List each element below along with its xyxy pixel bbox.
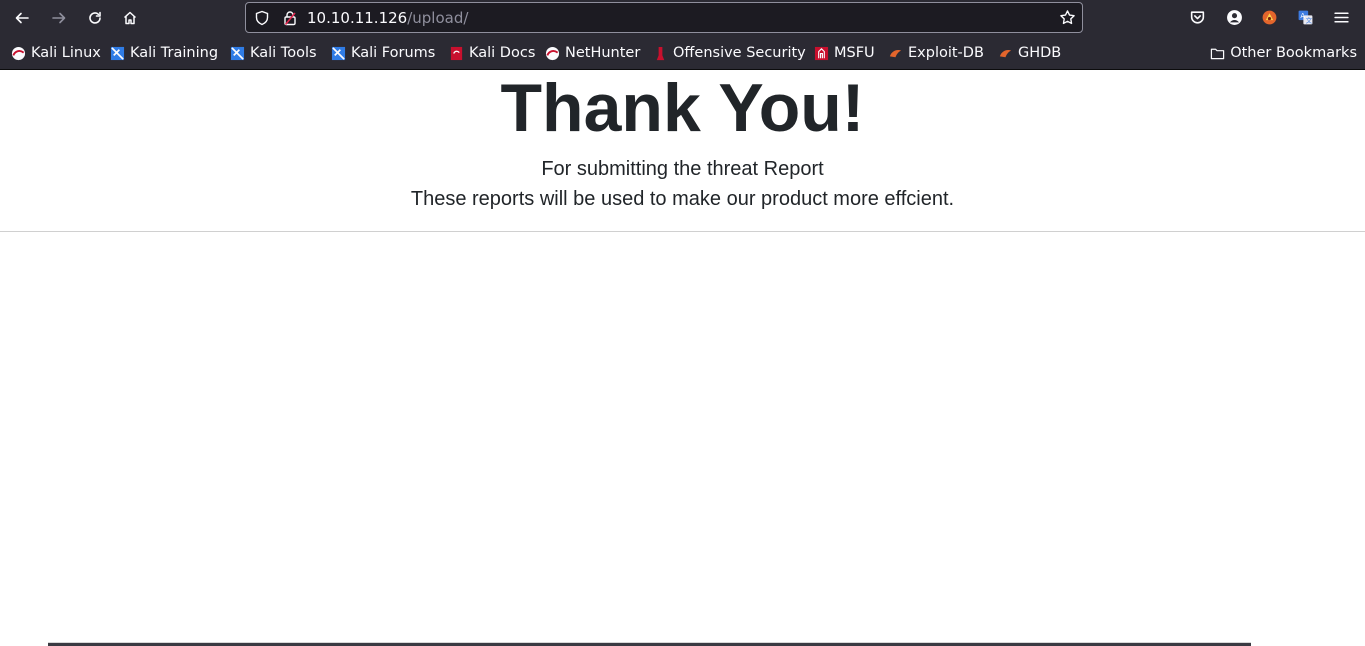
home-icon xyxy=(123,11,137,25)
extension-icon xyxy=(1262,10,1276,24)
reload-button[interactable] xyxy=(82,5,108,31)
bottom-bar xyxy=(48,642,1251,646)
bookmark-label: GHDB xyxy=(1018,45,1062,61)
pocket-icon xyxy=(1190,10,1204,24)
kali-linux-icon xyxy=(11,46,26,60)
page-content: Thank You! For submitting the threat Rep… xyxy=(0,70,1365,646)
forward-button[interactable] xyxy=(46,5,72,31)
back-button[interactable] xyxy=(9,5,35,31)
forward-arrow-icon xyxy=(52,12,66,24)
url-host: 10.10.11.126 xyxy=(307,9,408,27)
url-text[interactable]: 10.10.11.126/upload/ xyxy=(307,9,468,27)
svg-text:文: 文 xyxy=(1305,15,1312,24)
bookmark-label: Kali Docs xyxy=(469,45,536,61)
bookmark-offensive-security[interactable]: Offensive Security xyxy=(653,43,806,63)
menu-button[interactable] xyxy=(1332,8,1350,26)
bookmark-label: Kali Training xyxy=(130,45,219,61)
account-icon xyxy=(1226,9,1242,25)
kali-docs-icon xyxy=(450,46,463,60)
page-title: Thank You! xyxy=(500,70,865,146)
kali-forums-icon xyxy=(331,46,346,60)
back-arrow-icon xyxy=(15,12,29,24)
bookmark-msfu[interactable]: MSFU xyxy=(814,43,875,63)
bookmarks-toolbar: Kali Linux Kali Training Kali Tools Kali… xyxy=(0,38,1365,68)
folder-icon xyxy=(1211,48,1225,59)
bookmark-label: MSFU xyxy=(834,45,875,61)
kali-training-icon xyxy=(110,46,125,60)
bookmark-kali-linux[interactable]: Kali Linux xyxy=(11,43,101,63)
tracking-protection-shield-icon[interactable] xyxy=(254,10,270,26)
bookmark-label: Kali Linux xyxy=(31,45,101,61)
bookmark-ghdb[interactable]: GHDB xyxy=(998,43,1061,63)
insecure-lock-icon[interactable] xyxy=(282,10,298,26)
ghdb-icon xyxy=(999,49,1012,57)
bookmark-exploit-db[interactable]: Exploit-DB xyxy=(888,43,984,63)
bookmark-label: Kali Tools xyxy=(250,45,317,61)
bookmark-kali-docs[interactable]: Kali Docs xyxy=(449,43,535,63)
bookmark-label: Kali Forums xyxy=(351,45,436,61)
bookmark-label: Offensive Security xyxy=(673,45,806,61)
bookmark-star-icon[interactable] xyxy=(1059,9,1076,26)
offensive-security-icon xyxy=(656,46,665,60)
browser-chrome: 10.10.11.126/upload/ A文 Kali Linux Kali … xyxy=(0,0,1365,70)
bookmark-label: NetHunter xyxy=(565,45,641,61)
divider xyxy=(0,231,1365,232)
reload-icon xyxy=(89,11,101,24)
exploit-db-icon xyxy=(889,49,902,57)
svg-text:A: A xyxy=(1300,12,1305,20)
bookmark-label: Exploit-DB xyxy=(908,45,984,61)
bookmark-kali-training[interactable]: Kali Training xyxy=(110,43,218,63)
translate-button[interactable]: A文 xyxy=(1296,8,1314,26)
hamburger-menu-icon xyxy=(1333,11,1349,23)
extension-button[interactable] xyxy=(1260,8,1278,26)
bookmark-nethunter[interactable]: NetHunter xyxy=(545,43,640,63)
pocket-button[interactable] xyxy=(1188,8,1206,26)
navigation-toolbar: 10.10.11.126/upload/ A文 xyxy=(0,0,1365,36)
other-bookmarks-folder[interactable]: Other Bookmarks xyxy=(1210,43,1357,63)
bookmark-kali-forums[interactable]: Kali Forums xyxy=(331,43,435,63)
subtitle-line-2: These reports will be used to make our p… xyxy=(410,188,955,210)
kali-tools-icon xyxy=(230,46,245,60)
translate-icon: A文 xyxy=(1298,10,1312,24)
bookmark-kali-tools[interactable]: Kali Tools xyxy=(230,43,317,63)
subtitle-line-1: For submitting the threat Report xyxy=(541,158,824,180)
address-bar[interactable]: 10.10.11.126/upload/ xyxy=(245,2,1083,33)
account-button[interactable] xyxy=(1225,8,1243,26)
nethunter-icon xyxy=(545,46,560,60)
url-path: /upload/ xyxy=(407,9,469,27)
home-button[interactable] xyxy=(117,5,143,31)
msfu-icon xyxy=(814,46,829,60)
other-bookmarks-label: Other Bookmarks xyxy=(1230,45,1357,61)
